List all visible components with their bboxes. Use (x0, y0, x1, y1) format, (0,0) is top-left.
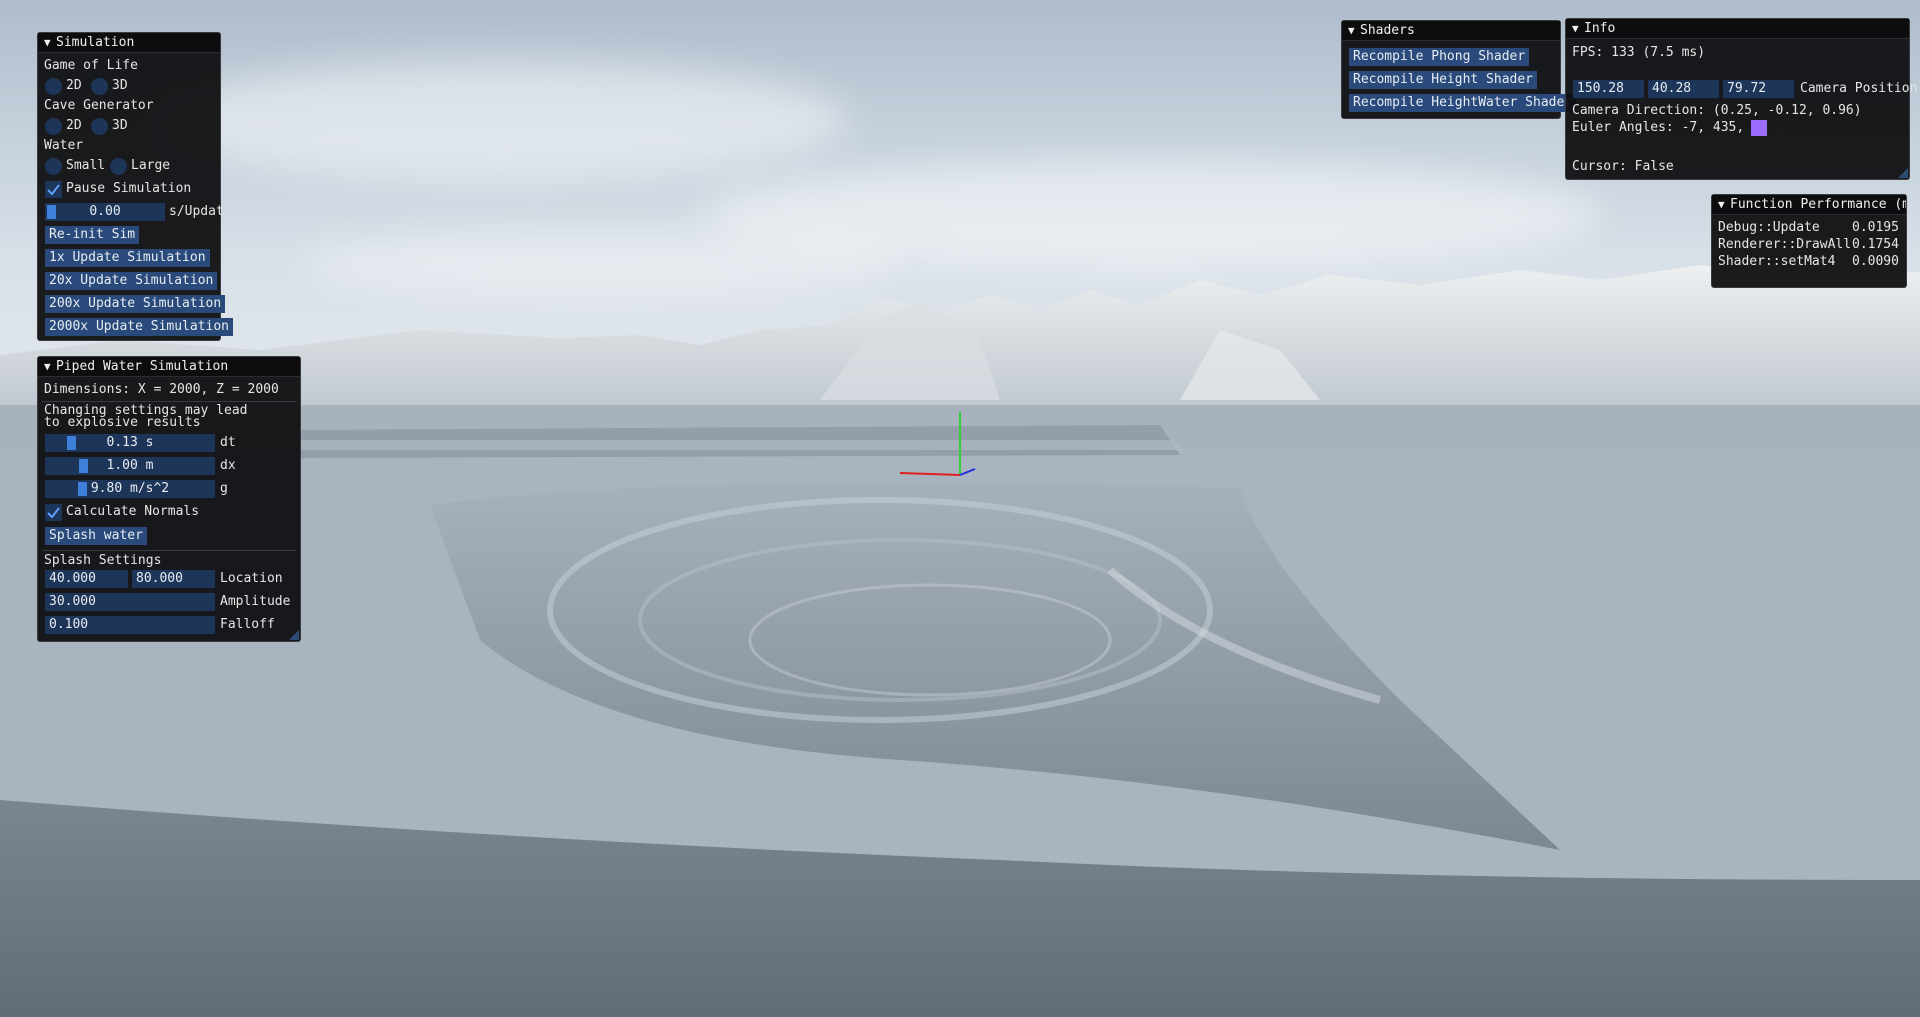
fps-text: FPS: 133 (7.5 ms) (1572, 45, 1706, 60)
cave-2d-label: 2D (66, 118, 82, 133)
dt-value: 0.13 s (106, 435, 154, 450)
separator (42, 550, 296, 551)
cave-3d-radio[interactable] (91, 118, 108, 135)
piped-water-panel: ▼ Piped Water Simulation Dimensions: X = … (37, 356, 301, 642)
panel-title-text: Function Performance (ms) (1730, 197, 1906, 212)
update-20x-button[interactable]: 20x Update Simulation (45, 272, 218, 290)
piped-water-panel-title[interactable]: ▼ Piped Water Simulation (38, 357, 300, 377)
water-large-label: Large (131, 158, 171, 173)
pause-simulation-label: Pause Simulation (66, 181, 192, 196)
camera-x-input[interactable]: 150.28 (1573, 80, 1644, 98)
calculate-normals-checkbox[interactable] (45, 504, 62, 521)
amplitude-input[interactable]: 30.000 (45, 593, 215, 611)
warning-line-2: to explosive results (44, 415, 201, 430)
cave-3d-label: 3D (112, 118, 128, 133)
gol-2d-radio[interactable] (45, 78, 62, 95)
pause-simulation-checkbox[interactable] (45, 181, 62, 198)
camera-z-input[interactable]: 79.72 (1723, 80, 1794, 98)
collapse-arrow-icon[interactable]: ▼ (44, 357, 56, 376)
collapse-arrow-icon[interactable]: ▼ (1718, 195, 1730, 214)
collapse-arrow-icon[interactable]: ▼ (44, 33, 56, 52)
game-of-life-label: Game of Life (44, 58, 138, 73)
panel-title-text: Info (1584, 21, 1616, 36)
slider-grab[interactable] (47, 205, 56, 219)
update-interval-value: 0.00 (89, 204, 121, 219)
water-small-label: Small (66, 158, 106, 173)
perf-row-name: Renderer::DrawAll (1718, 237, 1852, 252)
splash-water-button[interactable]: Splash water (45, 527, 147, 545)
camera-direction-text: Camera Direction: (0.25, -0.12, 0.96) (1572, 103, 1862, 118)
update-200x-button[interactable]: 200x Update Simulation (45, 295, 226, 313)
shaders-panel: ▼ Shaders Recompile Phong Shader Recompil… (1341, 20, 1577, 119)
euler-color-swatch[interactable] (1751, 120, 1767, 136)
panel-title-text: Shaders (1360, 23, 1415, 38)
checkmark-icon (47, 507, 60, 519)
resize-grip[interactable] (1898, 168, 1908, 178)
slider-grab[interactable] (78, 482, 87, 496)
recompile-height-button[interactable]: Recompile Height Shader (1349, 71, 1538, 89)
panel-title-text: Piped Water Simulation (56, 359, 229, 374)
collapse-arrow-icon[interactable]: ▼ (1572, 19, 1584, 38)
info-panel-title[interactable]: ▼ Info (1566, 19, 1909, 39)
dt-slider[interactable]: 0.13 s (45, 434, 215, 452)
gravity-value: 9.80 m/s^2 (90, 481, 170, 496)
water-small-radio[interactable] (45, 158, 62, 175)
resize-grip[interactable] (289, 630, 299, 640)
function-performance-panel-title[interactable]: ▼Function Performance (ms) (1712, 195, 1906, 215)
simulation-panel: ▼ Simulation Game of Life 2D 3D Cave Gene… (37, 32, 234, 341)
dx-slider[interactable]: 1.00 m (45, 457, 215, 475)
slider-grab[interactable] (79, 459, 88, 473)
update-interval-unit: s/Updat (169, 204, 224, 219)
perf-row-name: Debug::Update (1718, 220, 1820, 235)
amplitude-label: Amplitude (220, 594, 291, 609)
cave-2d-radio[interactable] (45, 118, 62, 135)
shaders-panel-title[interactable]: ▼ Shaders (1342, 21, 1560, 41)
water-label: Water (44, 138, 84, 153)
update-2000x-button[interactable]: 2000x Update Simulation (45, 318, 234, 336)
euler-angles-text: Euler Angles: -7, 435, 0 (1572, 120, 1760, 135)
perf-row-value: 0.0090 (1852, 254, 1899, 269)
location-label: Location (220, 571, 283, 586)
dimensions-text: Dimensions: X = 2000, Z = 2000 (44, 382, 279, 397)
update-interval-slider[interactable]: 0.00 (45, 203, 165, 221)
falloff-label: Falloff (220, 617, 275, 632)
dt-label: dt (220, 435, 236, 450)
location-z-input[interactable]: 80.000 (132, 570, 215, 588)
gol-3d-label: 3D (112, 78, 128, 93)
checkmark-icon (47, 184, 60, 196)
slider-grab[interactable] (67, 436, 76, 450)
update-1x-button[interactable]: 1x Update Simulation (45, 249, 210, 267)
gol-2d-label: 2D (66, 78, 82, 93)
falloff-input[interactable]: 0.100 (45, 616, 215, 634)
cave-generator-label: Cave Generator (44, 98, 154, 113)
perf-row-value: 0.0195 (1852, 220, 1899, 235)
perf-row-name: Shader::setMat4 (1718, 254, 1836, 269)
camera-position-label: Camera Position (1800, 81, 1918, 96)
recompile-heightwater-button[interactable]: Recompile HeightWater Shader (1349, 94, 1577, 112)
info-panel: ▼ Info FPS: 133 (7.5 ms) 150.28 40.28 79.… (1565, 18, 1917, 180)
calculate-normals-label: Calculate Normals (66, 504, 200, 519)
collapse-arrow-icon[interactable]: ▼ (1348, 21, 1360, 40)
water-large-radio[interactable] (110, 158, 127, 175)
panel-title-text: Simulation (56, 35, 135, 50)
location-x-input[interactable]: 40.000 (45, 570, 128, 588)
simulation-panel-title[interactable]: ▼ Simulation (38, 33, 220, 53)
reinit-sim-button[interactable]: Re-init Sim (45, 226, 140, 244)
function-performance-panel: ▼Function Performance (ms) Debug::Update… (1711, 194, 1907, 288)
cursor-state-text: Cursor: False (1572, 159, 1674, 174)
recompile-phong-button[interactable]: Recompile Phong Shader (1349, 48, 1530, 66)
perf-row-value: 0.1754 (1852, 237, 1899, 252)
gravity-slider[interactable]: 9.80 m/s^2 (45, 480, 215, 498)
splash-settings-label: Splash Settings (44, 553, 162, 568)
dx-value: 1.00 m (106, 458, 154, 473)
camera-y-input[interactable]: 40.28 (1648, 80, 1719, 98)
gravity-label: g (220, 481, 228, 496)
dx-label: dx (220, 458, 236, 473)
gol-3d-radio[interactable] (91, 78, 108, 95)
separator (42, 401, 296, 402)
